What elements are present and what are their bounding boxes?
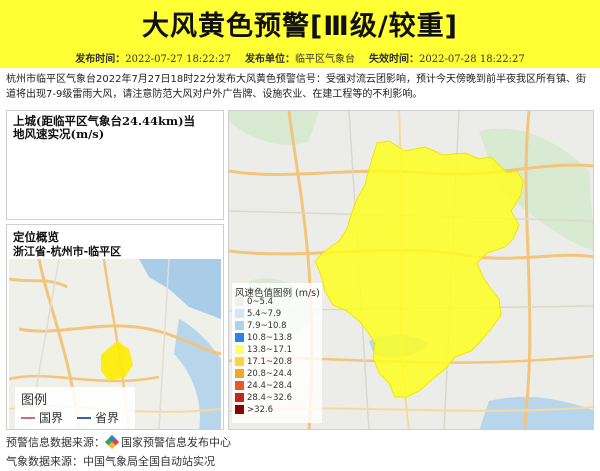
warning-source: 国家预警信息发布中心 [121, 436, 231, 449]
wind-legend-item: 13.8~17.1 [235, 345, 292, 356]
wind-legend-swatch [235, 369, 244, 378]
station-wind-panel: 上城(距临平区气象台24.44km)当地风速实况(m/s) [6, 110, 224, 220]
warning-source-line: 预警信息数据来源： 国家预警信息发布中心 [6, 434, 231, 450]
wind-legend-item: 24.4~28.4 [235, 381, 292, 392]
issuer-label: 发布单位： [245, 54, 295, 65]
wind-legend-swatch [235, 357, 244, 366]
wind-legend-item: 5.4~7.9 [235, 309, 281, 320]
wind-legend-item: 0~5.4 [235, 297, 273, 308]
province-border-label: 省界 [95, 411, 120, 425]
wind-legend-item: 7.9~10.8 [235, 321, 287, 332]
wind-legend-swatch [235, 405, 244, 414]
wind-legend-swatch [235, 321, 244, 330]
expire-time-label: 失效时间： [369, 54, 419, 65]
national-border-swatch [21, 417, 35, 419]
warning-area-map[interactable]: 风速色值图例 (m/s) 0~5.4 5.4~7.9 7.9~10.8 10.8… [228, 110, 594, 430]
province-border-swatch [77, 417, 91, 419]
wind-speed-legend: 风速色值图例 (m/s) 0~5.4 5.4~7.9 7.9~10.8 10.8… [232, 283, 322, 423]
wind-legend-item: >32.6 [235, 405, 273, 416]
overview-legend-title: 图例 [21, 393, 48, 408]
weather-source-label: 气象数据来源： [6, 455, 83, 468]
warning-title: 大风黄色预警[Ⅲ级/较重] [141, 11, 459, 42]
weather-source-line: 气象数据来源：中国气象局全国自动站实况 [6, 453, 215, 469]
expire-time: 2022-07-28 18:22:27 [419, 54, 525, 65]
issuer: 临平区气象台 [295, 54, 355, 65]
wind-legend-item: 20.8~24.4 [235, 369, 292, 380]
location-overview-panel: 定位概览 浙江省-杭州市-临平区 图例 国界 省界 [6, 224, 224, 430]
wind-legend-swatch [235, 333, 244, 342]
wind-legend-swatch [235, 345, 244, 354]
wind-legend-item: 17.1~20.8 [235, 357, 292, 368]
wind-legend-swatch [235, 393, 244, 402]
station-wind-title: 上城(距临平区气象台24.44km)当地风速实况(m/s) [13, 114, 196, 141]
wind-legend-swatch [235, 297, 244, 306]
overview-legend: 图例 国界 省界 [15, 387, 135, 429]
wind-legend-swatch [235, 381, 244, 390]
weather-source: 中国气象局全国自动站实况 [83, 455, 215, 468]
issue-time-label: 发布时间： [75, 54, 126, 65]
release-center-logo-icon [104, 434, 120, 450]
warning-source-label: 预警信息数据来源： [6, 436, 105, 449]
wind-legend-swatch [235, 309, 244, 318]
wind-legend-item: 10.8~13.8 [235, 333, 292, 344]
warning-description: 杭州市临平区气象台2022年7月27日18时22分发布大风黄色预警信号：受强对流… [6, 74, 586, 100]
national-border-label: 国界 [39, 411, 64, 425]
warning-meta: 发布时间：2022-07-27 18:22:27 发布单位：临平区气象台 失效时间：… [0, 50, 600, 65]
overview-location: 浙江省-杭州市-临平区 [13, 245, 122, 258]
issue-time: 2022-07-27 18:22:27 [125, 54, 231, 65]
wind-legend-item: 28.4~32.6 [235, 393, 292, 404]
warning-header: 大风黄色预警[Ⅲ级/较重] 发布时间：2022-07-27 18:22:27 发布… [0, 0, 600, 68]
